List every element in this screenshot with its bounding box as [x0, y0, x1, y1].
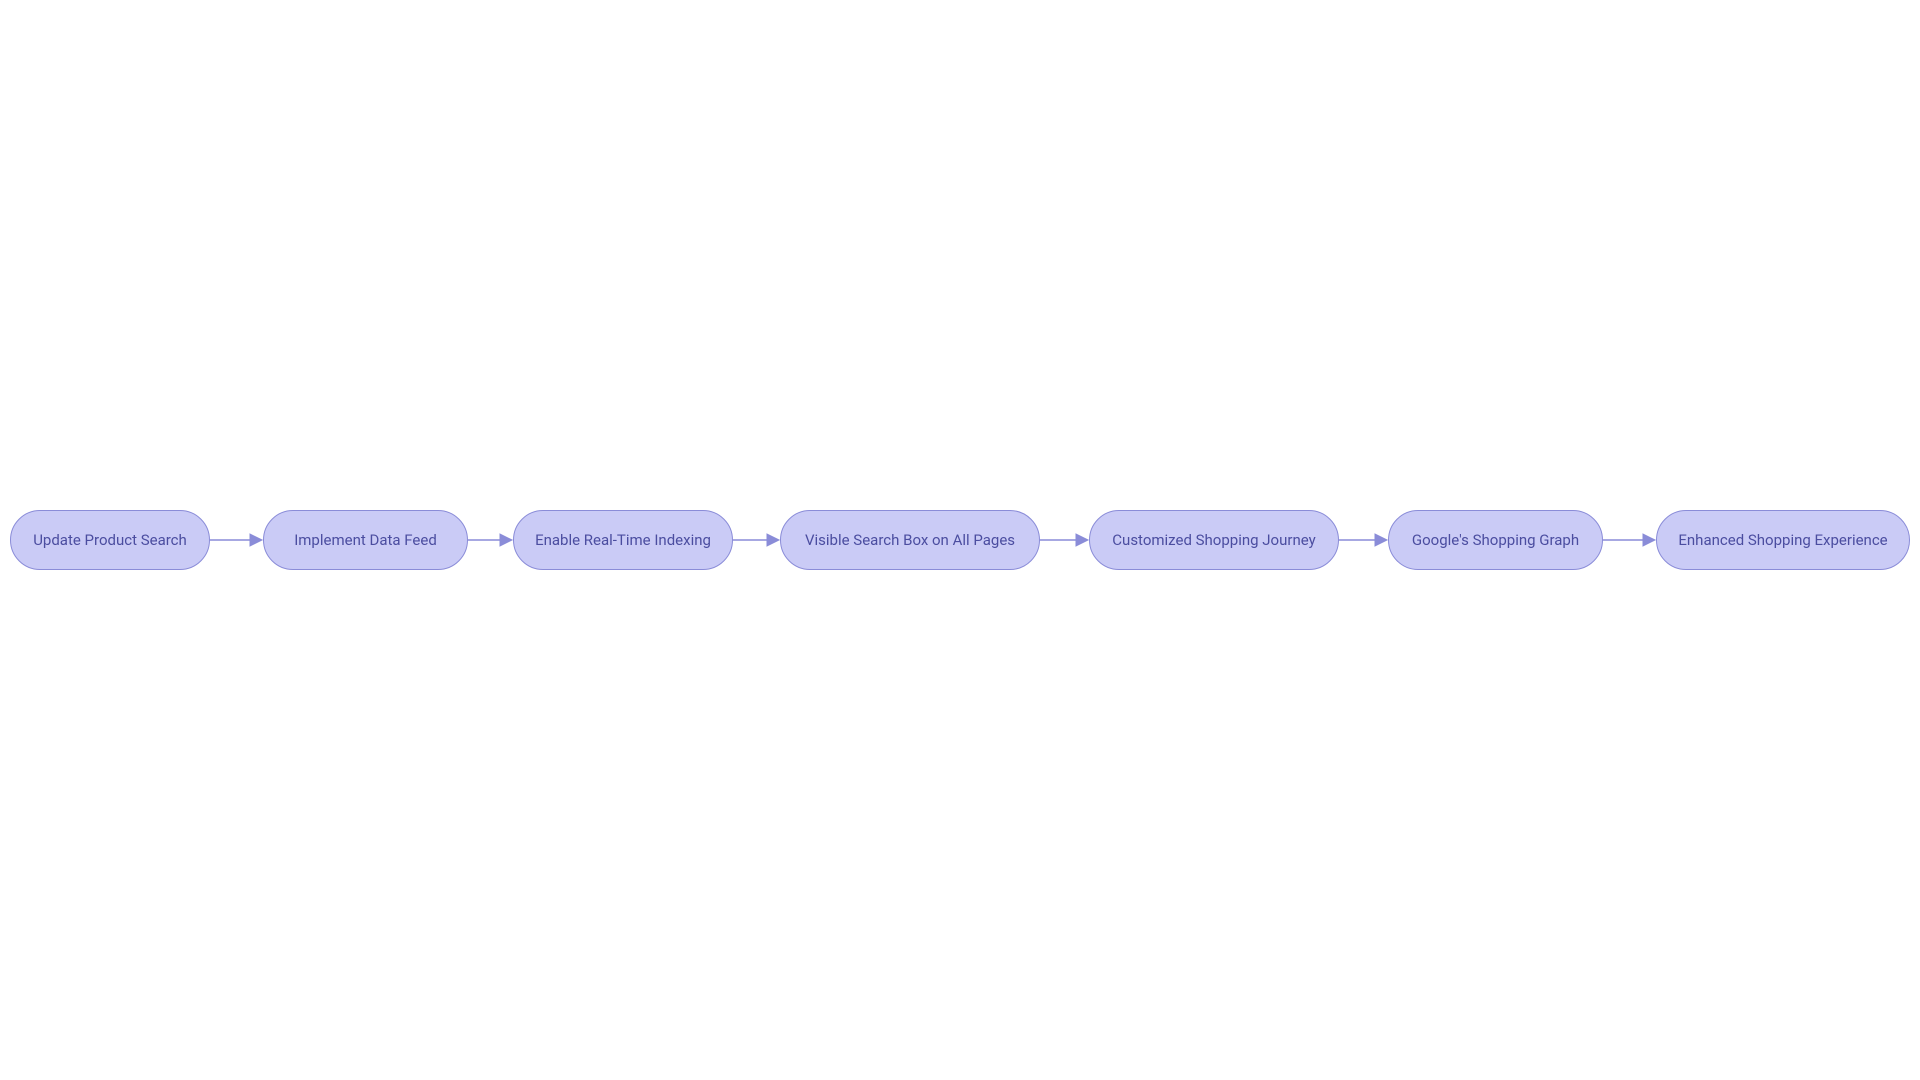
edge-arrow-3 [1076, 534, 1088, 546]
flow-node-n5[interactable]: Google's Shopping Graph [1388, 510, 1603, 570]
flow-node-n6[interactable]: Enhanced Shopping Experience [1656, 510, 1910, 570]
flow-node-n3[interactable]: Visible Search Box on All Pages [780, 510, 1040, 570]
edge-arrow-0 [250, 534, 262, 546]
edge-arrow-5 [1643, 534, 1655, 546]
edge-arrow-4 [1375, 534, 1387, 546]
flow-node-label: Enhanced Shopping Experience [1678, 531, 1887, 549]
flow-node-label: Customized Shopping Journey [1112, 531, 1315, 549]
edge-arrow-2 [767, 534, 779, 546]
flow-node-n1[interactable]: Implement Data Feed [263, 510, 468, 570]
flow-node-n2[interactable]: Enable Real-Time Indexing [513, 510, 733, 570]
flow-node-n4[interactable]: Customized Shopping Journey [1089, 510, 1339, 570]
flow-node-label: Implement Data Feed [294, 531, 437, 549]
flow-node-label: Update Product Search [33, 531, 187, 549]
edge-arrow-1 [500, 534, 512, 546]
flow-node-label: Visible Search Box on All Pages [805, 531, 1015, 549]
flow-node-label: Google's Shopping Graph [1412, 531, 1579, 549]
flow-node-label: Enable Real-Time Indexing [535, 531, 711, 549]
diagram-canvas: Update Product Search Implement Data Feed… [0, 0, 1920, 1080]
flow-node-n0[interactable]: Update Product Search [10, 510, 210, 570]
